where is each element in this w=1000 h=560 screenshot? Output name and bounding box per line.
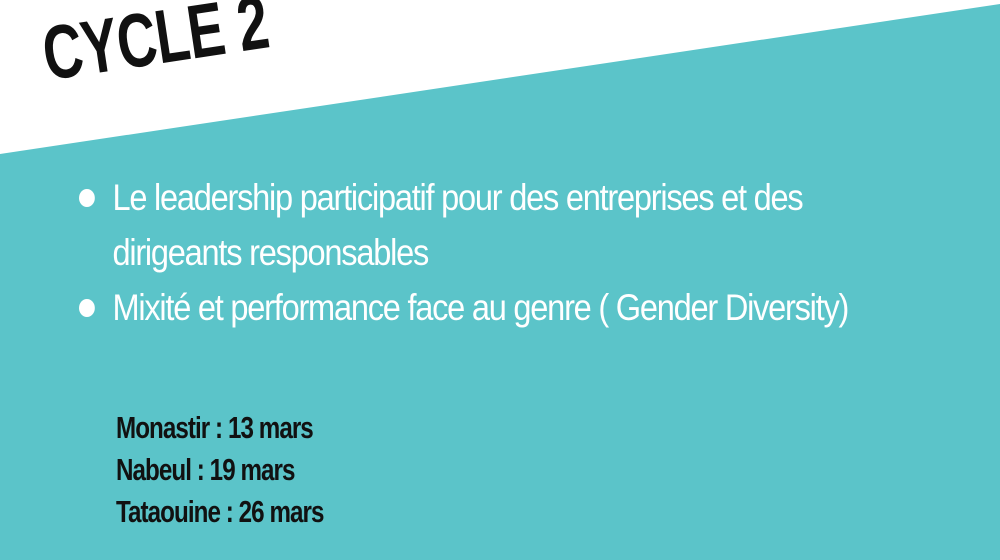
topic-list-item: Le leadership participatif pour des entr… — [79, 170, 931, 280]
date-tataouine: Tataouine : 26 mars — [116, 494, 324, 529]
session-dates: Monastir : 13 mars Nabeul : 19 mars Tata… — [116, 407, 324, 533]
topic-list-item: Mixité et performance face au genre ( Ge… — [79, 280, 931, 335]
date-nabeul: Nabeul : 19 mars — [116, 452, 295, 487]
topic-text: Mixité et performance face au genre ( Ge… — [112, 287, 849, 328]
topic-list: Le leadership participatif pour des entr… — [79, 170, 939, 335]
bullet-icon — [79, 299, 95, 317]
bullet-icon — [79, 189, 95, 207]
cycle-announcement-poster: CYCLE 2 Le leadership participatif pour … — [0, 0, 1000, 560]
date-monastir: Monastir : 13 mars — [116, 410, 314, 445]
topic-text: Le leadership participatif pour des entr… — [112, 177, 803, 273]
